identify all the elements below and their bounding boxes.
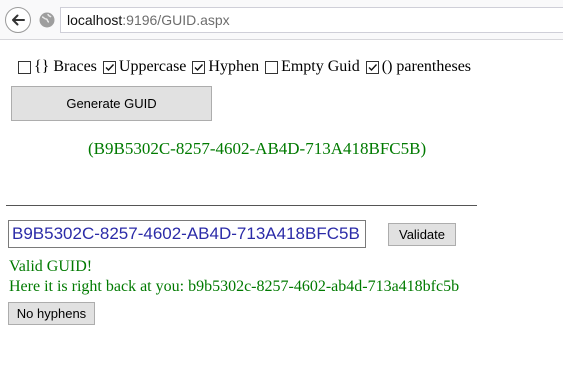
checkmark-icon xyxy=(194,63,204,71)
hyphen-checkbox[interactable] xyxy=(192,60,206,74)
guid-options: {} Braces Uppercase Hyphen Empty Guid ()… xyxy=(18,57,477,77)
option-empty-guid[interactable]: Empty Guid xyxy=(265,58,360,76)
option-hyphen[interactable]: Hyphen xyxy=(192,58,259,76)
checkmark-icon xyxy=(368,63,377,71)
parentheses-label: () parentheses xyxy=(381,58,472,75)
echo-message: Here it is right back at you: b9b5302c-8… xyxy=(9,278,460,295)
generated-guid: (B9B5302C-8257-4602-AB4D-713A418BFC5B) xyxy=(88,139,427,158)
generate-guid-button[interactable]: Generate GUID xyxy=(11,86,212,121)
validate-button[interactable]: Validate xyxy=(388,223,456,246)
globe-icon xyxy=(39,12,55,28)
uppercase-checkbox[interactable] xyxy=(102,60,116,74)
url-path: :9196/GUID.aspx xyxy=(122,12,230,28)
arrow-left-icon xyxy=(12,14,25,26)
braces-checkbox[interactable] xyxy=(18,60,31,74)
guid-input[interactable] xyxy=(8,220,366,248)
parentheses-checkbox[interactable] xyxy=(365,60,379,74)
option-parentheses[interactable]: () parentheses xyxy=(365,58,472,76)
browser-toolbar: localhost:9196/GUID.aspx xyxy=(0,0,563,40)
empty-guid-label: Empty Guid xyxy=(281,58,360,75)
option-uppercase[interactable]: Uppercase xyxy=(102,58,187,76)
option-braces[interactable]: {} Braces xyxy=(18,58,97,76)
validation-result: Valid GUID! xyxy=(9,258,93,275)
checkmark-icon xyxy=(105,63,114,71)
address-bar[interactable]: localhost:9196/GUID.aspx xyxy=(60,7,563,33)
divider xyxy=(6,205,477,206)
uppercase-label: Uppercase xyxy=(118,58,187,75)
url-host: localhost xyxy=(67,12,123,28)
empty-guid-checkbox[interactable] xyxy=(265,60,279,74)
hyphen-label: Hyphen xyxy=(208,58,260,75)
braces-label: {} Braces xyxy=(34,58,97,75)
back-button[interactable] xyxy=(5,7,31,33)
no-hyphens-button[interactable]: No hyphens xyxy=(8,302,95,325)
